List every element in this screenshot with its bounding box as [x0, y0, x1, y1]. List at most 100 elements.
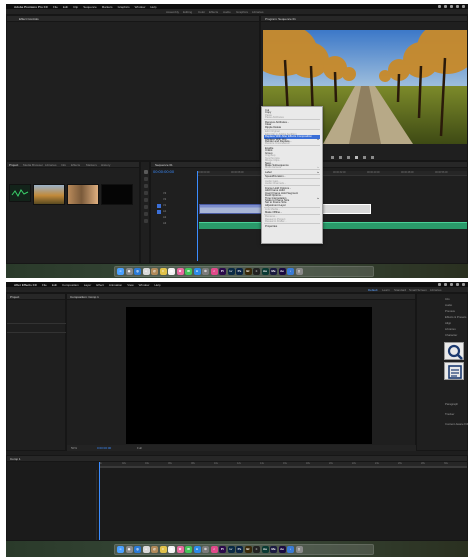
panel-character[interactable]: Character [445, 333, 457, 337]
aftereffects-icon[interactable]: Ae [278, 268, 286, 275]
workspace-tab[interactable]: Default [368, 288, 378, 292]
photoshop-icon[interactable]: Ps [236, 268, 243, 275]
panel-content-aware-fill[interactable]: Content-Aware Fill [445, 422, 468, 426]
finder-icon[interactable]: ☺ [117, 546, 124, 553]
photoshop-icon[interactable]: Ps [236, 546, 243, 553]
menu-edit[interactable]: Edit [52, 283, 57, 287]
menu-clip[interactable]: Clip [73, 5, 78, 9]
type-tool-icon[interactable] [144, 219, 148, 223]
menu-sequence[interactable]: Sequence [83, 5, 97, 9]
project-item-thumbnail[interactable] [33, 184, 65, 205]
timeline-timecode[interactable]: 00:00:00:00 [153, 169, 174, 174]
track-label-a2[interactable]: A2 [163, 216, 166, 219]
panel-tracker[interactable]: Tracker [445, 412, 454, 416]
tab-history[interactable]: History [101, 163, 110, 167]
lightroom-icon[interactable]: Lr [227, 268, 235, 275]
menu-graphics[interactable]: Graphics [118, 5, 130, 9]
settings-icon[interactable]: ⚙ [202, 546, 209, 553]
appstore-icon[interactable]: A [193, 546, 201, 553]
track-label-v1[interactable]: V1 [163, 204, 166, 207]
resolution-select[interactable]: Full [137, 446, 142, 450]
safari-icon[interactable]: ◎ [134, 546, 141, 553]
panel-align[interactable]: Align [445, 321, 451, 325]
launchpad-icon[interactable]: ◉ [125, 546, 133, 553]
current-time[interactable]: 0:00:00:00 [97, 446, 111, 450]
workspace-tab[interactable]: Libraries [430, 288, 442, 292]
notes-icon[interactable]: ≡ [159, 268, 167, 275]
workspace-tab[interactable]: Effects [209, 10, 218, 14]
tab-project[interactable]: Project [9, 163, 18, 167]
menu-effect[interactable]: Effect [96, 283, 104, 287]
chrome-icon[interactable]: ● [142, 546, 150, 553]
photos-icon[interactable]: ✿ [176, 546, 184, 553]
menu-window[interactable]: Window [135, 5, 146, 9]
tab-info[interactable]: Info [61, 163, 66, 167]
menu-window[interactable]: Window [139, 283, 150, 287]
safari-icon[interactable]: ◎ [134, 268, 141, 275]
track-label-v2[interactable]: V2 [163, 198, 166, 201]
tab-effects[interactable]: Effects [71, 163, 80, 167]
messages-icon[interactable]: ✉ [185, 268, 192, 275]
launchpad-icon[interactable]: ◉ [125, 268, 133, 275]
workspace-tab[interactable]: Audio [223, 10, 231, 14]
trash-icon[interactable]: ▯ [295, 268, 303, 275]
menu-help[interactable]: Help [150, 5, 156, 9]
program-transport-controls[interactable] [331, 156, 411, 160]
bridge-icon[interactable]: Br [244, 268, 252, 275]
menu-composition[interactable]: Composition [62, 283, 79, 287]
track-label-v3[interactable]: V3 [163, 192, 166, 195]
notes-icon[interactable]: ≡ [159, 546, 167, 553]
track-target-v1[interactable] [157, 204, 161, 208]
zoom-level[interactable]: 50% [71, 446, 77, 450]
workspace-tab[interactable]: Assembly [166, 10, 179, 14]
media-encoder-icon[interactable]: Me [270, 268, 277, 275]
panel-paragraph[interactable]: Paragraph [445, 402, 458, 406]
tab-effect-controls[interactable]: Effect Controls [19, 17, 39, 21]
razor-tool-icon[interactable] [144, 191, 148, 195]
workspace-tab[interactable]: Libraries [252, 10, 264, 14]
slip-tool-icon[interactable] [144, 198, 148, 202]
track-label-a1[interactable]: A1 [163, 210, 166, 213]
panel-info[interactable]: Info [445, 297, 450, 301]
menu-animation[interactable]: Animation [109, 283, 122, 287]
trash-icon[interactable]: ▯ [295, 546, 303, 553]
bridge-icon[interactable]: Br [244, 546, 252, 553]
track-label-a3[interactable]: A3 [163, 222, 166, 225]
panel-effects-presets[interactable]: Effects & Presets [445, 315, 466, 319]
pen-tool-icon[interactable] [144, 205, 148, 209]
track-select-tool-icon[interactable] [144, 177, 148, 181]
panel-audio[interactable]: Audio [445, 303, 452, 307]
menu-layer[interactable]: Layer [84, 283, 92, 287]
workspace-tab[interactable]: Graphics [236, 10, 248, 14]
tab-program-monitor[interactable]: Program: Sequence 01 [265, 17, 296, 21]
panel-preview[interactable]: Preview [445, 309, 455, 313]
project-item-thumbnail[interactable] [101, 184, 133, 205]
finder-icon[interactable]: ☺ [117, 268, 124, 275]
contacts-icon[interactable]: @ [151, 546, 158, 553]
tab-libraries[interactable]: Libraries [45, 163, 57, 167]
tab-composition[interactable]: Composition: Comp 1 [70, 295, 99, 299]
itunes-icon[interactable]: ♫ [210, 268, 218, 275]
terminal-icon[interactable]: > [253, 546, 260, 553]
menu-file[interactable]: File [42, 283, 47, 287]
tab-media-browser[interactable]: Media Browser [23, 163, 43, 167]
itunes-icon[interactable]: ♫ [210, 546, 218, 553]
ae-work-area-bar[interactable] [99, 466, 467, 468]
workspace-tab[interactable]: Learn [382, 288, 390, 292]
menu-edit[interactable]: Edit [63, 5, 68, 9]
menubar-app-name[interactable]: After Effects CC [14, 283, 37, 287]
media-encoder-icon[interactable]: Me [270, 546, 277, 553]
tab-timeline-sequence[interactable]: Sequence 01 [155, 163, 173, 167]
timeline-ruler[interactable]: 00:00:00:00 00:00:08:00 00:00:16:00 00:0… [197, 171, 467, 176]
contacts-icon[interactable]: @ [151, 268, 158, 275]
menu-file[interactable]: File [53, 5, 58, 9]
list-icon[interactable] [444, 362, 464, 380]
context-menu-item[interactable]: Properties [264, 225, 320, 229]
downloads-icon[interactable]: ↓ [287, 268, 294, 275]
premiere-icon[interactable]: Pr [219, 268, 226, 275]
lightroom-icon[interactable]: Lr [227, 546, 235, 553]
workspace-tab[interactable]: Color [198, 10, 205, 14]
menu-view[interactable]: View [127, 283, 133, 287]
terminal-icon[interactable]: > [253, 268, 260, 275]
menu-help[interactable]: Help [154, 283, 160, 287]
